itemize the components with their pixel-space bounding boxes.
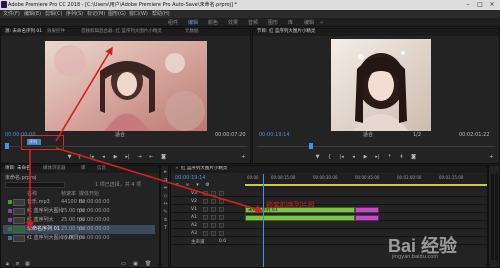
premiere-window: Adobe Premiere Pro CC 2018 - [C:\Users\用… <box>0 0 500 268</box>
annotation-label: 嵌套的序列片段 <box>266 201 315 209</box>
baidu-watermark: Bai 经验 jingyan.baidu.com <box>388 232 496 262</box>
watermark-sub: jingyan.baidu.com <box>392 254 439 260</box>
annotation-arrows <box>26 46 264 230</box>
